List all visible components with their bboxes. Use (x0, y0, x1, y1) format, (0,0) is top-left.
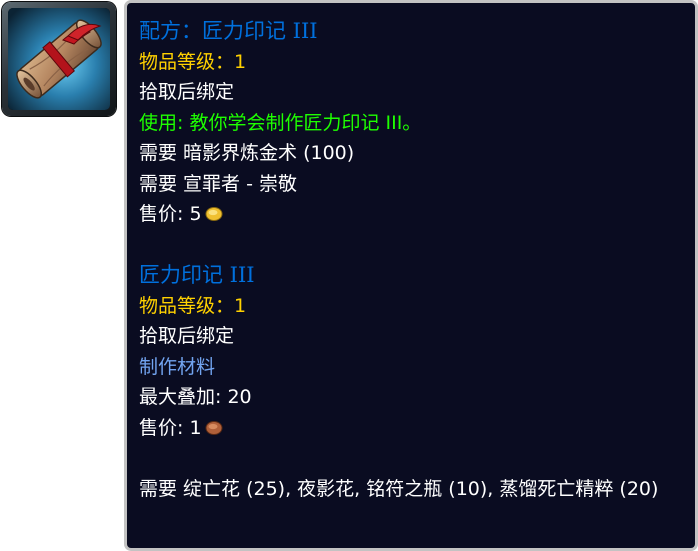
crafted-item-max-stack: 最大叠加: 20 (139, 386, 252, 408)
item-icon-frame[interactable] (2, 2, 116, 116)
recipe-item-level: 物品等级：1 (139, 50, 247, 73)
recipe-sell-price-label: 售价: 5 (139, 203, 202, 225)
recipe-binding: 拾取后绑定 (139, 81, 235, 103)
recipe-use-text: 使用: 教你学会制作匠力印记 III。 (139, 111, 422, 134)
copper-coin-icon (205, 420, 223, 435)
item-tooltip: 配方：匠力印记 III 物品等级：1 拾取后绑定 使用: 教你学会制作匠力印记 … (124, 0, 698, 551)
gold-coin-icon (205, 207, 223, 221)
recipe-title: 配方：匠力印记 III (139, 19, 318, 43)
crafted-item-materials-label: 制作材料 (139, 355, 216, 378)
crafted-item-title: 匠力印记 III (139, 263, 255, 287)
crafted-item-level: 物品等级：1 (139, 294, 247, 317)
recipe-sell-price: 售价: 5 (139, 199, 685, 230)
recipe-scroll-icon (8, 8, 110, 110)
recipe-requires-reputation: 需要 宣罪者 - 崇敬 (139, 172, 297, 195)
crafted-item-sell-price: 售价: 1 (139, 413, 685, 444)
recipe-requires-skill: 需要 暗影界炼金术 (100) (139, 142, 355, 164)
crafted-item-sell-price-label: 售价: 1 (139, 416, 202, 439)
crafted-item-binding: 拾取后绑定 (139, 325, 235, 347)
reagents-requirement: 需要 绽亡花 (25), 夜影花, 铭符之瓶 (10), 蒸馏死亡精粹 (20) (139, 477, 659, 500)
